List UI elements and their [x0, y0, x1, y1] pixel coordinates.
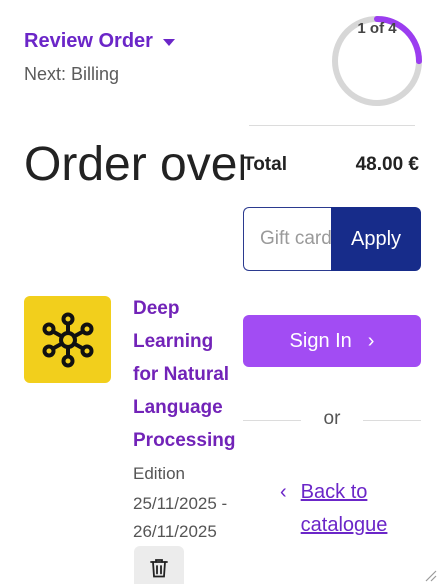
or-line-right	[363, 420, 421, 421]
chevron-right-icon: ›	[367, 329, 375, 352]
or-text: or	[323, 408, 341, 429]
back-to-catalogue-label: Back to catalogue	[300, 481, 388, 536]
or-separator: or	[243, 408, 421, 434]
order-details-panel: Order overview Deep Learning for Natural…	[0, 120, 244, 584]
chevron-left-icon: ‹	[280, 481, 287, 503]
gift-card-form: Apply	[243, 207, 421, 271]
sign-in-label: Sign In	[289, 329, 352, 352]
next-step-label: Next: Billing	[24, 64, 120, 84]
resize-grip-icon[interactable]	[423, 568, 437, 582]
progress-ring: 1 of 4	[330, 14, 424, 108]
product-title-link[interactable]: Deep Learning for Natural Language Proce…	[133, 292, 244, 457]
apply-button[interactable]: Apply	[331, 207, 421, 271]
caret-down-icon	[162, 39, 175, 46]
progress-label: 1 of 4	[357, 20, 397, 37]
product-thumbnail	[24, 296, 111, 383]
back-to-catalogue-link[interactable]: ‹ Back to catalogue	[280, 476, 387, 542]
total-label: Total	[243, 154, 287, 175]
review-order-label: Review Order	[24, 30, 153, 52]
network-nodes-icon	[42, 312, 93, 367]
total-value: 48.00 €	[355, 154, 419, 175]
review-order-toggle[interactable]: Review Order	[24, 30, 175, 53]
summary-divider	[249, 125, 415, 126]
gift-card-input[interactable]	[243, 207, 331, 271]
page-title: Order overview	[24, 138, 244, 191]
remove-item-button[interactable]	[134, 546, 184, 584]
sign-in-button[interactable]: Sign In ›	[243, 315, 421, 367]
edition-label: Edition	[133, 464, 185, 483]
trash-icon	[150, 559, 168, 578]
edition-dates: 25/11/2025 - 26/11/2025	[133, 494, 228, 541]
